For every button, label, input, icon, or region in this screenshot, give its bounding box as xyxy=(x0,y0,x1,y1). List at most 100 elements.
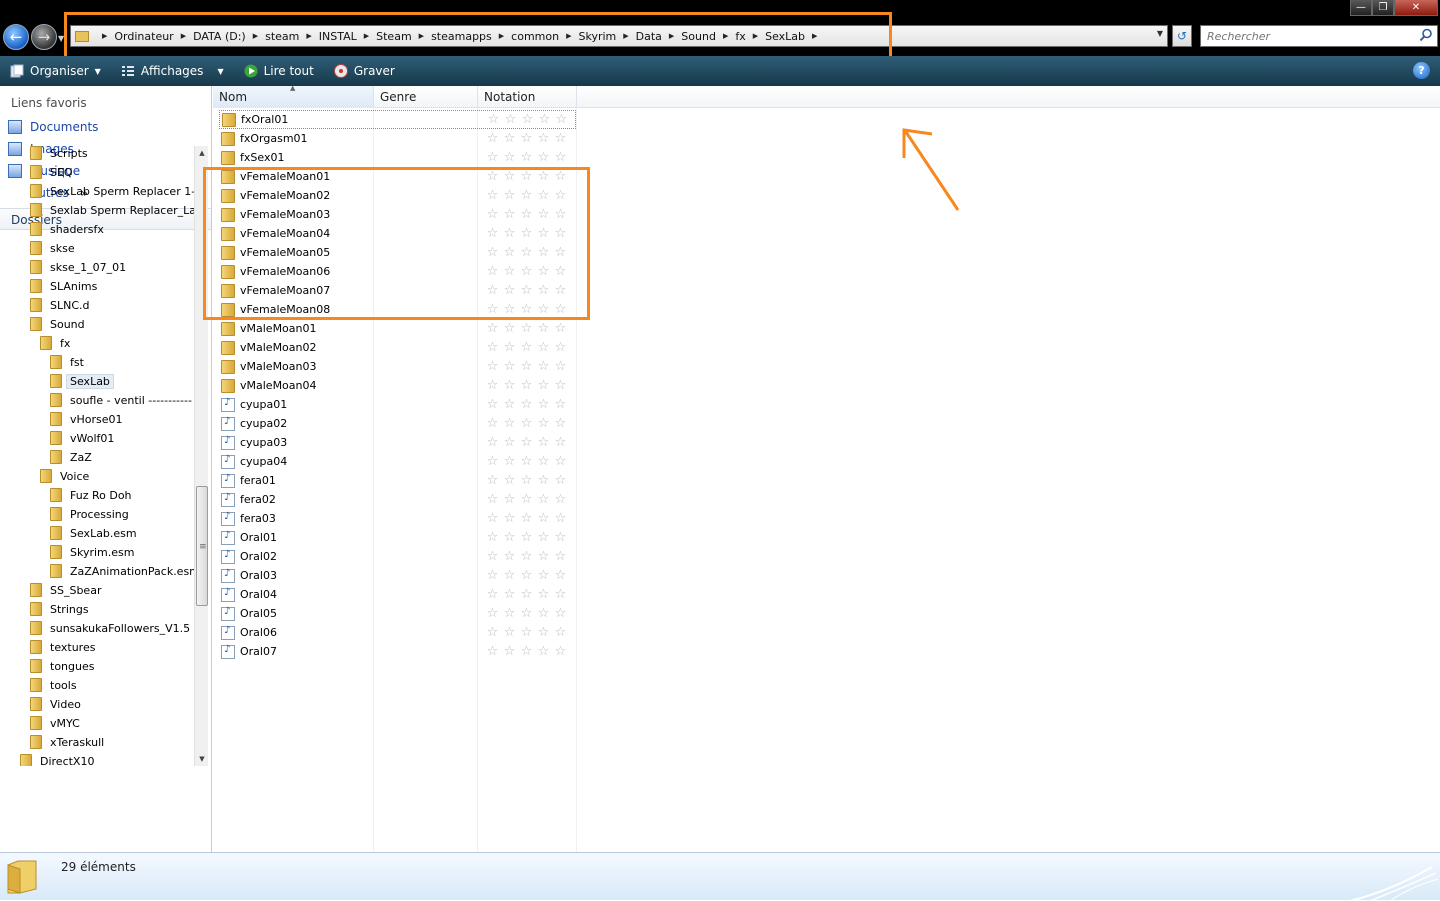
table-row[interactable]: cyupa02☆☆☆☆☆ xyxy=(219,414,576,433)
breadcrumb-chevron-icon[interactable]: ▶ xyxy=(753,32,758,40)
star-icon[interactable]: ☆ xyxy=(518,567,535,584)
search-input[interactable] xyxy=(1201,26,1411,46)
star-icon[interactable]: ☆ xyxy=(518,415,535,432)
star-icon[interactable]: ☆ xyxy=(552,624,569,641)
tree-item[interactable]: ZaZAnimationPack.esm xyxy=(50,562,194,580)
star-icon[interactable]: ☆ xyxy=(535,453,552,470)
star-icon[interactable]: ☆ xyxy=(552,415,569,432)
star-icon[interactable]: ☆ xyxy=(501,491,518,508)
star-icon[interactable]: ☆ xyxy=(484,396,501,413)
scroll-down-icon[interactable]: ▼ xyxy=(195,752,209,766)
tree-item[interactable]: soufle - ventil ----------- xyxy=(50,391,192,409)
star-icon[interactable]: ☆ xyxy=(518,206,535,223)
favorite-documents[interactable]: Documents xyxy=(8,120,98,134)
table-row[interactable]: vFemaleMoan04 ☆ ☆ ☆ ☆ ☆ xyxy=(219,224,576,243)
rating-stars[interactable]: ☆ ☆ ☆ ☆ ☆ xyxy=(484,263,569,280)
star-icon[interactable]: ☆ xyxy=(552,206,569,223)
star-icon[interactable]: ☆ xyxy=(501,605,518,622)
star-icon[interactable]: ☆ xyxy=(552,491,569,508)
star-icon[interactable]: ☆ xyxy=(518,339,535,356)
star-icon[interactable]: ☆ xyxy=(518,320,535,337)
table-row[interactable]: cyupa03☆☆☆☆☆ xyxy=(219,433,576,452)
breadcrumb-item[interactable]: ▶ SexLab xyxy=(746,30,805,43)
rating-stars[interactable]: ☆ ☆ ☆ ☆ ☆ xyxy=(484,434,569,451)
star-icon[interactable]: ☆ xyxy=(535,548,552,565)
star-icon[interactable]: ☆ xyxy=(535,301,552,318)
breadcrumb-item[interactable]: ▶ steam xyxy=(246,30,300,43)
star-icon[interactable]: ☆ xyxy=(535,624,552,641)
star-icon[interactable]: ☆ xyxy=(535,396,552,413)
star-icon[interactable]: ☆ xyxy=(484,586,501,603)
star-icon[interactable]: ☆ xyxy=(484,567,501,584)
star-icon[interactable]: ☆ xyxy=(552,567,569,584)
star-icon[interactable]: ☆ xyxy=(501,415,518,432)
star-icon[interactable]: ☆ xyxy=(501,244,518,261)
star-icon[interactable]: ☆ xyxy=(484,434,501,451)
breadcrumb-item[interactable]: ▶ Sound xyxy=(662,30,716,43)
star-icon[interactable]: ☆ xyxy=(501,377,518,394)
tree-item[interactable]: SexLab Sperm Replacer 1- he xyxy=(30,182,194,200)
star-icon[interactable]: ☆ xyxy=(518,529,535,546)
tree-item[interactable]: ZaZ xyxy=(50,448,92,466)
table-row[interactable]: vFemaleMoan01 ☆ ☆ ☆ ☆ ☆ xyxy=(219,167,576,186)
tree-item[interactable]: fst xyxy=(50,353,84,371)
breadcrumb-chevron-icon[interactable]: ▶ xyxy=(499,32,504,40)
star-icon[interactable]: ☆ xyxy=(552,130,569,147)
breadcrumb-chevron-icon[interactable]: ▶ xyxy=(723,32,728,40)
star-icon[interactable]: ☆ xyxy=(552,187,569,204)
address-bar[interactable]: ▶ Ordinateur ▶ DATA (D:) ▶ steam ▶ INSTAL ▶ Steam… xyxy=(70,25,1168,47)
star-icon[interactable]: ☆ xyxy=(552,548,569,565)
rating-stars[interactable]: ☆ ☆ ☆ ☆ ☆ xyxy=(484,415,569,432)
star-icon[interactable]: ☆ xyxy=(535,282,552,299)
star-icon[interactable]: ☆ xyxy=(518,282,535,299)
views-button[interactable]: Affichages ▼ xyxy=(121,64,224,78)
star-icon[interactable]: ☆ xyxy=(518,510,535,527)
star-icon[interactable]: ☆ xyxy=(484,491,501,508)
tree-item[interactable]: Video xyxy=(30,695,81,713)
tree-item[interactable]: skse xyxy=(30,239,75,257)
tree-item[interactable]: Sound xyxy=(30,315,85,333)
star-icon[interactable]: ☆ xyxy=(501,567,518,584)
star-icon[interactable]: ☆ xyxy=(484,510,501,527)
tree-item[interactable]: SexLab.esm xyxy=(50,524,137,542)
tree-item[interactable]: Strings xyxy=(30,600,89,618)
star-icon[interactable]: ☆ xyxy=(552,510,569,527)
star-icon[interactable]: ☆ xyxy=(501,339,518,356)
table-row[interactable]: cyupa01☆☆☆☆☆ xyxy=(219,395,576,414)
breadcrumb-item[interactable]: ▶ Ordinateur xyxy=(95,30,174,43)
star-icon[interactable]: ☆ xyxy=(535,168,552,185)
star-icon[interactable]: ☆ xyxy=(484,206,501,223)
star-icon[interactable]: ☆ xyxy=(501,225,518,242)
star-icon[interactable]: ☆ xyxy=(535,187,552,204)
star-icon[interactable]: ☆ xyxy=(484,358,501,375)
breadcrumb-chevron-icon[interactable]: ▶ xyxy=(306,32,311,40)
table-row[interactable]: fxOrgasm01 ☆ ☆ ☆ ☆ ☆ xyxy=(219,129,576,148)
star-icon[interactable]: ☆ xyxy=(552,320,569,337)
rating-stars[interactable]: ☆ ☆ ☆ ☆ ☆ xyxy=(484,130,569,147)
breadcrumb-chevron-icon[interactable]: ▶ xyxy=(623,32,628,40)
star-icon[interactable]: ☆ xyxy=(518,168,535,185)
forward-arrow-icon[interactable]: → xyxy=(31,24,57,50)
tree-item[interactable]: SS_Sbear xyxy=(30,581,101,599)
breadcrumb-chevron-icon[interactable]: ▶ xyxy=(669,32,674,40)
star-icon[interactable]: ☆ xyxy=(535,605,552,622)
star-icon[interactable]: ☆ xyxy=(484,643,501,660)
star-icon[interactable]: ☆ xyxy=(518,377,535,394)
table-row[interactable]: Oral01☆☆☆☆☆ xyxy=(219,528,576,547)
rating-stars[interactable]: ☆ ☆ ☆ ☆ ☆ xyxy=(484,244,569,261)
rating-stars[interactable]: ☆ ☆ ☆ ☆ ☆ xyxy=(484,149,569,166)
star-icon[interactable]: ☆ xyxy=(484,529,501,546)
star-icon[interactable]: ☆ xyxy=(502,111,519,128)
star-icon[interactable]: ☆ xyxy=(535,130,552,147)
tree-item[interactable]: SLAnims xyxy=(30,277,97,295)
star-icon[interactable]: ☆ xyxy=(484,282,501,299)
back-arrow-icon[interactable]: ← xyxy=(3,24,29,50)
star-icon[interactable]: ☆ xyxy=(552,377,569,394)
star-icon[interactable]: ☆ xyxy=(484,225,501,242)
star-icon[interactable]: ☆ xyxy=(484,548,501,565)
table-row[interactable]: fxSex01 ☆ ☆ ☆ ☆ ☆ xyxy=(219,148,576,167)
star-icon[interactable]: ☆ xyxy=(536,111,553,128)
star-icon[interactable]: ☆ xyxy=(501,624,518,641)
breadcrumb-item[interactable]: ▶ INSTAL xyxy=(299,30,356,43)
tree-item[interactable]: Fuz Ro Doh xyxy=(50,486,132,504)
